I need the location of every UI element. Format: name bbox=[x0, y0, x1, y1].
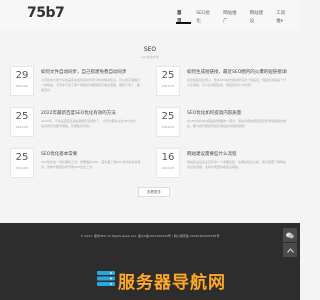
date-year-month: 2022-05 bbox=[15, 84, 29, 88]
footer-copyright: © 2021, 服务SEO All Rights Reserved. 备ICP备… bbox=[80, 234, 220, 238]
list-item[interactable]: 29 2022-05 如何文件自动同步，自己搭建免费自动同步 今天我给大家分享的… bbox=[10, 66, 142, 100]
date-day: 29 bbox=[15, 70, 29, 81]
date-day: 25 bbox=[15, 152, 29, 163]
date-badge: 25 2022-05 bbox=[10, 148, 34, 178]
load-more-button[interactable]: 查看更多 bbox=[138, 187, 170, 197]
list-item[interactable]: 16 2022-05 网站建设需要些什么流程 网站建设是企业宣传的一个重要途径，… bbox=[156, 148, 288, 182]
list-item[interactable]: 25 2022-05 2022年最新百度SEO优化有效的方法 2022年，不管是… bbox=[10, 107, 142, 141]
post-excerpt: SEO优化是一项长期的工作，想要做好SEO，首先要了解SEO优化的基本常识，这样… bbox=[41, 160, 141, 169]
nav-item-seo[interactable]: SEO优化 bbox=[195, 10, 212, 26]
section-subtitle: seo优化方法 bbox=[141, 55, 159, 59]
section-title: SEO bbox=[143, 46, 157, 53]
date-day: 25 bbox=[161, 70, 175, 81]
nav-item-tools[interactable]: 工具推▾ bbox=[275, 10, 290, 26]
date-year-month: 2022-05 bbox=[15, 125, 29, 129]
post-excerpt: 在SEO优化中内容是很重要的一部分，网站内容的质量直接影响到网站的排名，那么我们… bbox=[187, 119, 287, 128]
post-title[interactable]: SEO优化如何提高内容质量 bbox=[187, 110, 287, 116]
post-title[interactable]: SEO优化基本常要 bbox=[41, 151, 141, 157]
post-title[interactable]: 如何生成短链接，最近SEO圈内的火爆的短链接详解 bbox=[187, 69, 287, 75]
date-day: 25 bbox=[15, 111, 29, 122]
post-excerpt: 网站建设是企业宣传的一个重要途径，在网站建设之前，我们需要了解网站建设的流程，这… bbox=[187, 160, 287, 169]
list-item[interactable]: 25 2022-05 如何生成短链接，最近SEO圈内的火爆的短链接详解 最近短链… bbox=[156, 66, 288, 100]
site-logo[interactable]: 75b7 bbox=[27, 5, 65, 21]
date-year-month: 2022-05 bbox=[161, 166, 175, 170]
post-excerpt: 2022年，不管是百度还是谷歌都已经更新了，大家也都在讨论SEO优化，最好的方法… bbox=[41, 119, 139, 128]
date-day: 25 bbox=[161, 111, 175, 122]
date-badge: 25 2022-05 bbox=[156, 66, 180, 96]
post-title[interactable]: 如何文件自动同步，自己搭建免费自动同步 bbox=[41, 69, 141, 75]
list-item[interactable]: 25 2022-05 SEO优化基本常要 SEO优化是一项长期的工作，想要做好S… bbox=[10, 148, 142, 182]
date-badge: 25 2022-05 bbox=[10, 107, 34, 137]
watermark-logo-icon bbox=[97, 271, 115, 286]
nav-item-promotion[interactable]: 网站推广 bbox=[222, 10, 239, 26]
wechat-icon[interactable] bbox=[283, 228, 297, 242]
date-badge: 29 2022-05 bbox=[10, 66, 34, 96]
post-title[interactable]: 2022年最新百度SEO优化有效的方法 bbox=[41, 110, 141, 116]
scroll-top-icon[interactable] bbox=[283, 243, 297, 257]
watermark-text: 服务器导航网 bbox=[118, 273, 226, 293]
date-badge: 16 2022-05 bbox=[156, 148, 180, 178]
date-badge: 25 2022-05 bbox=[156, 107, 180, 137]
list-item[interactable]: 25 2022-05 SEO优化如何提高内容质量 在SEO优化中内容是很重要的一… bbox=[156, 107, 288, 141]
date-year-month: 2022-05 bbox=[161, 84, 175, 88]
nav-item-home[interactable]: 首页 bbox=[176, 10, 185, 26]
post-excerpt: 最近短链接比较火，很多SEO站长都在研究这个短链接，短链接到底是个什么东西呢，怎… bbox=[187, 78, 287, 87]
date-year-month: 2022-05 bbox=[15, 166, 29, 170]
post-title[interactable]: 网站建设需要些什么流程 bbox=[187, 151, 287, 157]
header: 75b7 首页 SEO优化 网站推广 网站建设 工具推▾ bbox=[0, 0, 300, 30]
nav-active-indicator bbox=[176, 22, 191, 24]
post-excerpt: 今天我给大家分享的是有关如何自动同步文件的相关知识，可以把它理解为一种网盘，不管… bbox=[41, 78, 141, 92]
date-day: 16 bbox=[161, 152, 175, 163]
main-nav: 首页 SEO优化 网站推广 网站建设 工具推▾ bbox=[176, 10, 300, 26]
nav-item-build[interactable]: 网站建设 bbox=[249, 10, 266, 26]
floating-toolbar bbox=[283, 228, 297, 258]
date-year-month: 2022-05 bbox=[161, 125, 175, 129]
